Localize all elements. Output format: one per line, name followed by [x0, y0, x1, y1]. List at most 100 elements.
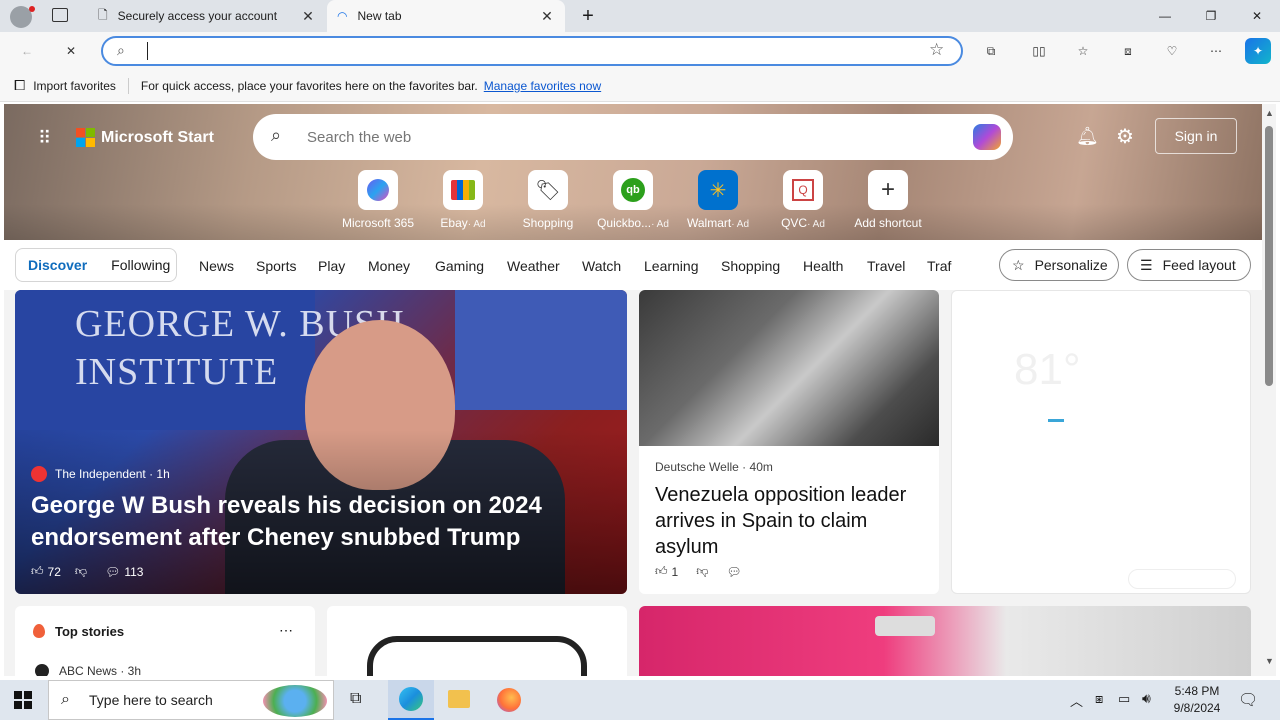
source-logo-icon — [35, 664, 49, 676]
more-options-icon[interactable]: ⋯ — [279, 622, 293, 639]
story-actions: 👍︎ 1 👎︎ 💬︎ — [655, 564, 742, 579]
nav-gaming[interactable]: Gaming — [435, 258, 484, 274]
address-bar[interactable]: ⌕ ☆ — [101, 36, 963, 66]
device-icon[interactable]: ⧆ — [1095, 691, 1103, 707]
shortcut-walmart[interactable]: ✳ Walmart· Ad — [680, 170, 756, 230]
task-view-icon[interactable]: ⧉ — [350, 690, 361, 708]
tab-following[interactable]: Following — [99, 257, 182, 273]
app-launcher-icon[interactable]: ⠿ — [38, 128, 58, 148]
thumbs-up-icon[interactable]: 👍︎ — [31, 564, 44, 579]
nav-news[interactable]: News — [199, 258, 234, 274]
thumbs-down-icon[interactable]: 👎︎ — [75, 564, 87, 579]
shortcut-ebay[interactable]: Ebay· Ad — [425, 170, 501, 230]
edge-taskbar-icon[interactable] — [388, 680, 434, 720]
image-card[interactable] — [327, 606, 627, 676]
ad-label: · Ad — [467, 219, 486, 230]
nav-shopping[interactable]: Shopping — [721, 258, 780, 274]
favorite-star-icon[interactable]: ☆ — [929, 40, 944, 60]
story-title[interactable]: George W Bush reveals his decision on 20… — [31, 490, 551, 554]
copilot-icon[interactable]: ✦ — [1245, 38, 1271, 64]
file-explorer-icon[interactable] — [448, 690, 470, 708]
thumbs-up-icon[interactable]: 👍︎ — [655, 564, 668, 579]
settings-gear-icon[interactable]: ⚙ — [1116, 124, 1134, 149]
nav-learning[interactable]: Learning — [644, 258, 699, 274]
tab-new-tab[interactable]: ◠ New tab ✕ — [327, 0, 565, 32]
address-input[interactable] — [147, 42, 907, 60]
scroll-thumb[interactable] — [1265, 126, 1273, 386]
brand-logo[interactable]: Microsoft Start — [76, 128, 214, 147]
story-title[interactable]: Venezuela opposition leader arrives in S… — [655, 482, 925, 560]
sign-in-button[interactable]: Sign in — [1155, 118, 1237, 154]
favorites-icon[interactable]: ☆ — [1070, 38, 1096, 64]
shortcut-qvc[interactable]: Q QVC· Ad — [765, 170, 841, 230]
hero-story-card[interactable]: GEORGE W. BUSH INSTITUTE The Independent … — [15, 290, 627, 594]
more-menu-icon[interactable]: ⋯ — [1203, 38, 1229, 64]
show-hidden-icons[interactable]: ︿ — [1070, 691, 1083, 710]
comment-icon[interactable]: 💬︎ — [726, 565, 741, 579]
shortcut-shopping[interactable]: 🏷︎ Shopping — [510, 170, 586, 230]
close-tab-icon[interactable]: ✕ — [539, 8, 555, 25]
video-card[interactable] — [639, 606, 1251, 676]
copilot-icon[interactable] — [973, 124, 1001, 150]
nav-health[interactable]: Health — [803, 258, 843, 274]
nav-watch[interactable]: Watch — [582, 258, 621, 274]
windows-start-icon[interactable] — [14, 691, 32, 709]
taskbar-search-box[interactable]: ⌕ Type here to search — [48, 680, 334, 720]
story-time: 40m — [749, 460, 773, 474]
m365-icon — [358, 170, 398, 210]
volume-icon[interactable]: 🔊︎ — [1142, 690, 1151, 707]
favorites-bar: ⧠ Import favorites For quick access, pla… — [0, 70, 1280, 102]
scroll-up-icon[interactable]: ▲ — [1265, 108, 1274, 118]
back-button[interactable]: ← — [14, 38, 40, 64]
top-stories-card[interactable]: Top stories ⋯ ABC News · 3h — [15, 606, 315, 676]
comment-icon[interactable]: 💬︎ — [105, 565, 120, 579]
tab-actions-icon[interactable] — [52, 8, 68, 22]
split-screen-icon[interactable]: ▯▯ — [1026, 38, 1052, 64]
close-window-button[interactable]: ✕ — [1234, 0, 1280, 32]
page-scrollbar[interactable]: ▲ ▼ — [1262, 104, 1276, 676]
weather-card[interactable]: 81° — [951, 290, 1251, 594]
add-shortcut-button[interactable]: + Add shortcut — [850, 170, 926, 230]
import-favorites-button[interactable]: Import favorites — [33, 79, 116, 93]
minimize-button[interactable]: — — [1142, 0, 1188, 32]
top-stories-label: Top stories — [55, 624, 125, 639]
tab-securely-access[interactable]: 🗋 Securely access your account ✕ — [88, 0, 326, 32]
loading-icon: ◠ — [337, 9, 348, 23]
nav-sports[interactable]: Sports — [256, 258, 296, 274]
nav-travel[interactable]: Travel — [867, 258, 905, 274]
fire-icon — [33, 624, 45, 638]
close-tab-icon[interactable]: ✕ — [300, 8, 316, 25]
network-icon[interactable]: ▭ — [1118, 691, 1130, 707]
web-search-box[interactable]: ⌕ Search the web — [253, 114, 1013, 160]
loading-indicator — [1048, 419, 1064, 422]
manage-favorites-link[interactable]: Manage favorites now — [484, 79, 601, 93]
story-source: ABC News · 3h — [59, 664, 142, 676]
stop-loading-button[interactable]: ✕ — [58, 38, 84, 64]
feed-layout-button[interactable]: ☰ Feed layout — [1127, 249, 1251, 281]
clock[interactable]: 5:48 PM 9/8/2024 — [1166, 683, 1228, 717]
browser-essentials-icon[interactable]: ♡ — [1159, 38, 1185, 64]
scroll-down-icon[interactable]: ▼ — [1265, 656, 1274, 666]
bicycle-image — [367, 636, 587, 676]
story-card[interactable]: Deutsche Welle · 40m Venezuela oppositio… — [639, 290, 939, 594]
new-tab-button[interactable]: + — [576, 4, 600, 28]
notifications-bell-icon[interactable]: 🔔︎ — [1076, 126, 1099, 147]
collections-icon[interactable]: ⧈ — [1115, 38, 1141, 64]
nav-money[interactable]: Money — [368, 258, 410, 274]
extensions-icon[interactable]: ⧉ — [978, 38, 1004, 64]
tab-discover[interactable]: Discover — [16, 257, 99, 273]
shortcut-quickbooks[interactable]: qb Quickbo...· Ad — [595, 170, 671, 230]
walmart-spark-icon: ✳ — [698, 170, 738, 210]
nav-play[interactable]: Play — [318, 258, 345, 274]
comment-count: 113 — [124, 564, 144, 579]
firefox-icon[interactable] — [497, 688, 521, 712]
feed-layout-label: Feed layout — [1162, 257, 1236, 273]
thumbs-down-icon[interactable]: 👎︎ — [696, 564, 708, 579]
restore-button[interactable]: ❐ — [1188, 0, 1234, 32]
source-label: Deutsche Welle — [655, 460, 739, 474]
nav-traffic[interactable]: Traf — [927, 258, 951, 274]
notifications-icon[interactable]: 🗨︎ — [1238, 690, 1258, 710]
personalize-button[interactable]: ☆ Personalize — [999, 249, 1119, 281]
shortcut-microsoft-365[interactable]: Microsoft 365 — [340, 170, 416, 230]
nav-weather[interactable]: Weather — [507, 258, 560, 274]
